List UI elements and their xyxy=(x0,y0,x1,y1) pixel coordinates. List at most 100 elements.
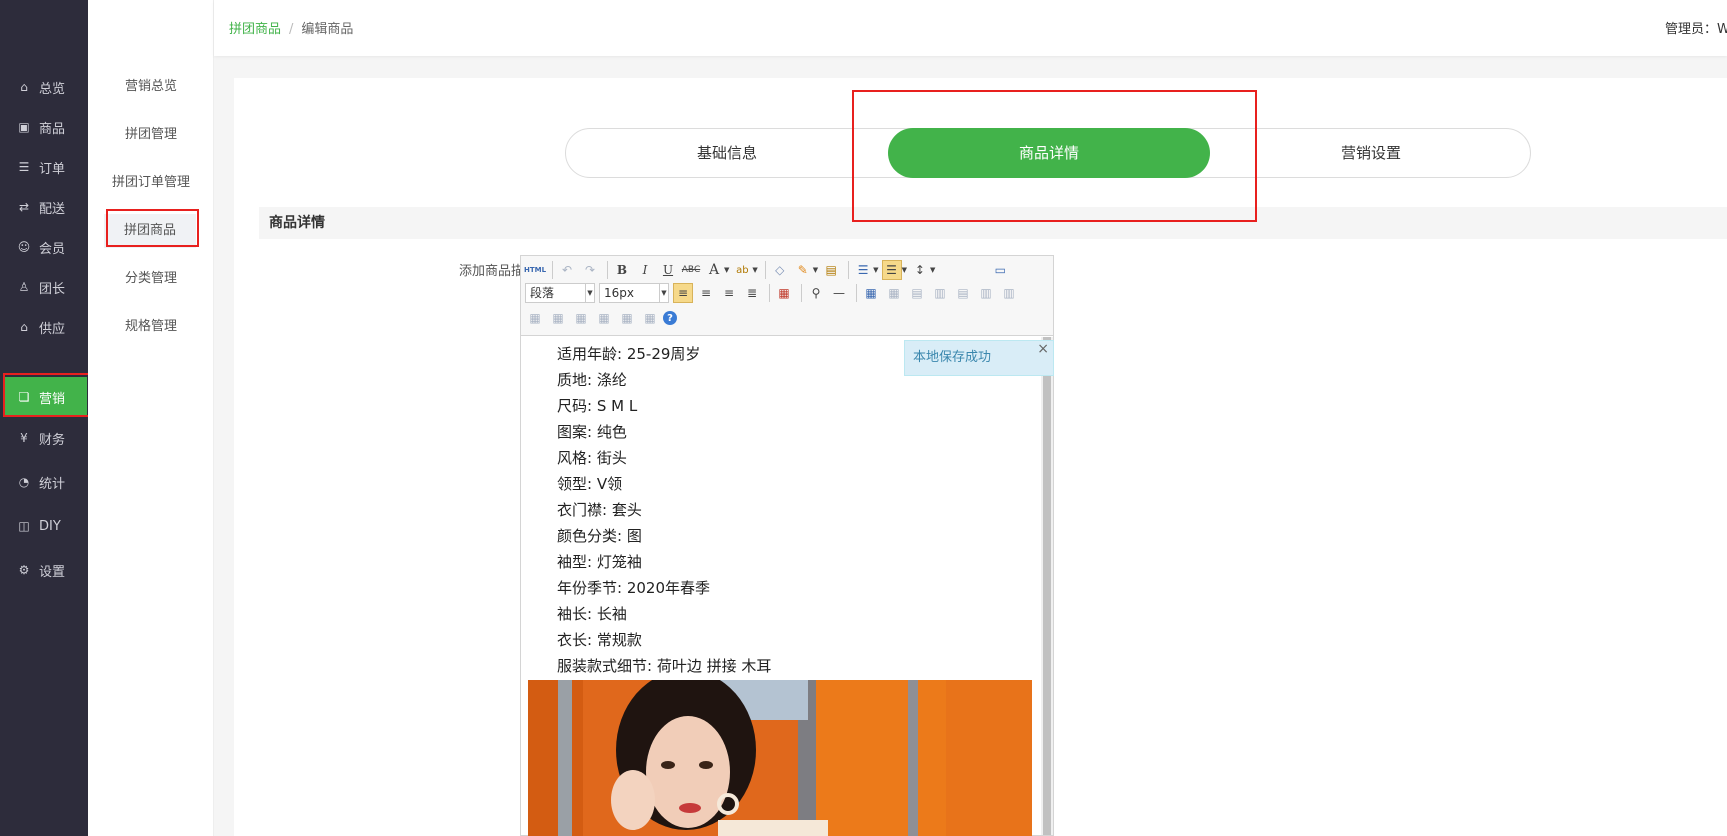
line-height-icon[interactable]: ↕ xyxy=(910,260,930,280)
insert-paragraph-before-table-icon[interactable]: ▤ xyxy=(907,283,927,303)
member-icon: ☺ xyxy=(17,240,31,254)
underline-button[interactable]: U xyxy=(658,260,678,280)
sidebar-item-label: 配送 xyxy=(39,201,66,217)
ordered-list-icon[interactable]: ☰ xyxy=(853,260,873,280)
content-line: 服装款式细节: 荷叶边 拼接 木耳 xyxy=(557,657,772,675)
merge-right-icon[interactable]: ▦ xyxy=(548,308,568,328)
align-right-icon[interactable]: ≡ xyxy=(719,283,739,303)
sidebar-item-label: 设置 xyxy=(39,564,66,580)
delete-table-icon[interactable]: ▦ xyxy=(884,283,904,303)
sidebar-item-label: 供应 xyxy=(39,321,66,337)
align-center-icon[interactable]: ≡ xyxy=(696,283,716,303)
help-icon[interactable]: ? xyxy=(663,311,677,325)
sidebar-item-stats[interactable]: ◔ 统计 xyxy=(0,462,88,502)
sidebar-item-delivery[interactable]: ⇄ 配送 xyxy=(0,187,88,227)
insert-image-icon[interactable]: ▦ xyxy=(774,283,794,303)
paragraph-select[interactable]: 段落 ▼ xyxy=(525,283,595,303)
delete-column-icon[interactable]: ▥ xyxy=(999,283,1019,303)
editor-scrollbar[interactable] xyxy=(1041,337,1053,835)
sidebar-item-label: DIY xyxy=(39,518,61,534)
bold-button[interactable]: B xyxy=(612,260,632,280)
sidebar-item-leaders[interactable]: ♙ 团长 xyxy=(0,267,88,307)
admin-label[interactable]: 管理员：W xyxy=(1665,18,1727,37)
breadcrumb-link[interactable]: 拼团商品 xyxy=(229,22,281,37)
content-line: 衣长: 常规款 xyxy=(557,631,642,649)
close-icon[interactable]: × xyxy=(1037,332,1049,366)
toolbar-divider xyxy=(552,261,553,279)
dropdown-caret-icon: ▼ xyxy=(724,266,730,274)
format-painter-icon[interactable]: ✎ xyxy=(793,260,813,280)
highlight-color-icon[interactable]: ab xyxy=(732,260,752,280)
toolbar-divider xyxy=(607,261,608,279)
split-cells-icon[interactable]: ▦ xyxy=(594,308,614,328)
sidebar-item-overview[interactable]: ⌂ 总览 xyxy=(0,67,88,107)
tab-product-details[interactable]: 商品详情 xyxy=(888,128,1210,178)
sidebar-item-supply[interactable]: ⌂ 供应 xyxy=(0,307,88,347)
html-source-button[interactable]: HTML xyxy=(524,260,546,280)
redo-icon[interactable]: ↷ xyxy=(580,260,600,280)
settings-icon: ⚙ xyxy=(18,563,30,577)
fullscreen-icon[interactable]: ▭ xyxy=(990,260,1010,280)
supply-icon: ⌂ xyxy=(20,320,28,334)
subnav-item-group-orders[interactable]: 拼团订单管理 xyxy=(88,166,214,200)
split-columns-icon[interactable]: ▦ xyxy=(640,308,660,328)
undo-icon[interactable]: ↶ xyxy=(557,260,577,280)
italic-button[interactable]: I xyxy=(635,260,655,280)
subnav-item-categories[interactable]: 分类管理 xyxy=(88,262,214,296)
order-icon: ☰ xyxy=(18,160,30,174)
sidebar-item-orders[interactable]: ☰ 订单 xyxy=(0,147,88,187)
split-rows-icon[interactable]: ▦ xyxy=(617,308,637,328)
dropdown-caret-icon: ▼ xyxy=(812,266,819,274)
subnav-item-group-management[interactable]: 拼团管理 xyxy=(88,118,214,152)
content-line: 袖型: 灯笼袖 xyxy=(557,553,642,571)
sidebar-item-label: 总览 xyxy=(39,81,66,97)
product-photo-image xyxy=(528,680,1032,836)
align-left-icon[interactable]: ≡ xyxy=(673,283,693,303)
top-header: 拼团商品 / 编辑商品 管理员：W xyxy=(214,0,1727,56)
unordered-list-icon[interactable]: ☰ xyxy=(881,260,902,280)
align-justify-icon[interactable]: ≣ xyxy=(742,283,762,303)
strikethrough-button[interactable]: ABC xyxy=(681,260,701,280)
sidebar-item-settings[interactable]: ⚙ 设置 xyxy=(0,550,88,590)
sidebar-item-finance[interactable]: ¥ 财务 xyxy=(0,418,88,458)
main-sidebar: ⌂ 总览 ▣ 商品 ☰ 订单 ⇄ 配送 ☺ 会员 ♙ 团长 ⌂ 供应 ❏ 营销 ¥ 财务 ◔ 统计 … xyxy=(0,0,88,836)
sidebar-item-label: 会员 xyxy=(39,241,66,257)
toolbar-divider xyxy=(764,261,766,279)
insert-column-icon[interactable]: ▥ xyxy=(976,283,996,303)
sidebar-item-diy[interactable]: ◫ DIY xyxy=(0,506,88,546)
toolbar-divider xyxy=(856,284,857,302)
subnav-item-group-goods[interactable]: 拼团商品 xyxy=(104,214,196,248)
insert-row-icon[interactable]: ▥ xyxy=(930,283,950,303)
sub-sidebar: 营销总览 拼团管理 拼团订单管理 拼团商品 分类管理 规格管理 xyxy=(88,0,214,836)
toast-message: 本地保存成功 xyxy=(913,350,992,365)
sidebar-item-marketing[interactable]: ❏ 营销 xyxy=(5,377,87,417)
dropdown-caret-icon: ▼ xyxy=(752,266,758,274)
sidebar-item-label: 团长 xyxy=(39,281,66,297)
delete-row-icon[interactable]: ▤ xyxy=(953,283,973,303)
step-tabs: 基础信息 商品详情 营销设置 xyxy=(565,128,1531,178)
eraser-icon[interactable]: ◇ xyxy=(770,260,790,280)
merge-cells-icon[interactable]: ▦ xyxy=(525,308,545,328)
tab-marketing-settings[interactable]: 营销设置 xyxy=(1210,128,1532,178)
paste-text-icon[interactable]: ▤ xyxy=(821,260,841,280)
scrollbar-thumb[interactable] xyxy=(1043,337,1051,835)
insert-table-icon[interactable]: ▦ xyxy=(861,283,881,303)
horizontal-rule-icon[interactable]: — xyxy=(829,283,849,303)
sidebar-item-label: 营销 xyxy=(39,391,66,407)
sidebar-item-goods[interactable]: ▣ 商品 xyxy=(0,107,88,147)
diy-icon: ◫ xyxy=(18,519,30,533)
font-size-select[interactable]: 16px ▼ xyxy=(599,283,669,303)
sidebar-item-members[interactable]: ☺ 会员 xyxy=(0,227,88,267)
font-color-icon[interactable]: A xyxy=(704,260,724,280)
subnav-item-specs[interactable]: 规格管理 xyxy=(88,310,214,344)
search-replace-icon[interactable]: ⚲ xyxy=(806,283,826,303)
leader-icon: ♙ xyxy=(18,280,30,294)
editor-toolbar: HTML ↶ ↷ B I U ABC A ▼ ab ▼ ◇ ✎ ▼ ▤ ☰ ▼ ☰ ▼ ↕… xyxy=(521,256,1053,336)
subnav-item-marketing-overview[interactable]: 营销总览 xyxy=(88,70,214,104)
home-icon: ⌂ xyxy=(20,80,28,94)
tab-basic-info[interactable]: 基础信息 xyxy=(566,128,888,178)
merge-down-icon[interactable]: ▦ xyxy=(571,308,591,328)
content-line: 图案: 纯色 xyxy=(557,423,627,441)
dropdown-caret-icon: ▼ xyxy=(929,266,936,274)
section-title: 商品详情 xyxy=(259,207,1727,239)
